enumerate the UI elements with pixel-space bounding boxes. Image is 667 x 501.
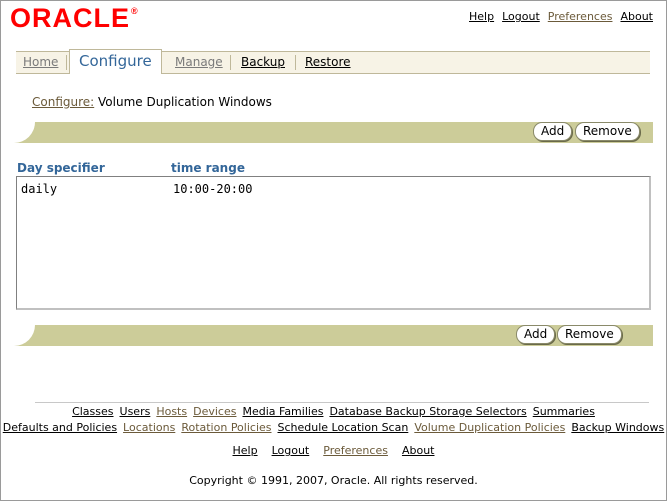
copyright-text: Copyright © 1991, 2007, Oracle. All righ… xyxy=(189,474,478,487)
footer-summaries-link[interactable]: Summaries xyxy=(533,405,595,418)
tab-configure[interactable]: Configure xyxy=(69,49,162,74)
footer-help-link[interactable]: Help xyxy=(233,444,258,457)
footer-users-link[interactable]: Users xyxy=(120,405,151,418)
footer-volume-duplication-policies-link[interactable]: Volume Duplication Policies xyxy=(414,421,565,434)
tab-home[interactable]: Home xyxy=(23,52,58,73)
breadcrumb: Configure: Volume Duplication Windows xyxy=(32,95,272,109)
footer-links-row1: Classes Users Hosts Devices Media Famili… xyxy=(0,405,667,418)
footer-locations-link[interactable]: Locations xyxy=(123,421,175,434)
page-title: Volume Duplication Windows xyxy=(98,95,272,109)
remove-button-bottom[interactable]: Remove xyxy=(557,325,622,344)
bar-cap xyxy=(14,325,35,346)
bottom-action-bar: Add Remove xyxy=(14,325,653,346)
footer-logout-link[interactable]: Logout xyxy=(272,444,310,457)
help-link[interactable]: Help xyxy=(469,10,494,23)
footer-hosts-link[interactable]: Hosts xyxy=(156,405,187,418)
logout-link[interactable]: Logout xyxy=(502,10,540,23)
footer-defaults-policies-link[interactable]: Defaults and Policies xyxy=(3,421,117,434)
footer-schedule-location-scan-link[interactable]: Schedule Location Scan xyxy=(278,421,409,434)
top-action-bar: Add Remove xyxy=(14,122,653,143)
row-day-specifier[interactable]: daily xyxy=(21,182,57,196)
global-links: Help Logout Preferences About xyxy=(469,10,653,23)
tab-separator xyxy=(295,55,296,70)
footer-links-row2: Defaults and Policies Locations Rotation… xyxy=(0,421,667,434)
footer-rotation-policies-link[interactable]: Rotation Policies xyxy=(181,421,271,434)
row-time-range[interactable]: 10:00-20:00 xyxy=(173,182,252,196)
footer-about-link[interactable]: About xyxy=(402,444,435,457)
tab-bar: Home Configure Manage Backup Restore xyxy=(16,49,650,74)
remove-button-top[interactable]: Remove xyxy=(575,122,640,141)
tab-separator xyxy=(66,55,67,70)
windows-list[interactable] xyxy=(16,176,651,310)
footer-preferences-link[interactable]: Preferences xyxy=(323,444,388,457)
footer-devices-link[interactable]: Devices xyxy=(193,405,236,418)
add-button-bottom[interactable]: Add xyxy=(516,325,556,344)
column-header-time-range: time range xyxy=(171,161,245,175)
footer-classes-link[interactable]: Classes xyxy=(72,405,113,418)
preferences-link[interactable]: Preferences xyxy=(548,10,613,23)
tab-restore[interactable]: Restore xyxy=(305,52,351,73)
footer-storage-selectors-link[interactable]: Database Backup Storage Selectors xyxy=(329,405,526,418)
add-button-top[interactable]: Add xyxy=(533,122,573,141)
footer-media-families-link[interactable]: Media Families xyxy=(242,405,323,418)
bar-cap xyxy=(14,122,35,143)
footer-divider xyxy=(35,402,649,403)
column-header-day-specifier: Day specifier xyxy=(17,161,105,175)
oracle-logo: ORACLE® xyxy=(10,3,139,33)
tab-backup[interactable]: Backup xyxy=(241,52,285,73)
tab-manage[interactable]: Manage xyxy=(175,52,223,73)
breadcrumb-configure-link[interactable]: Configure: xyxy=(32,95,94,109)
footer-links-row3: Help Logout Preferences About xyxy=(0,444,667,457)
tab-separator xyxy=(230,55,231,70)
footer-backup-windows-link[interactable]: Backup Windows xyxy=(571,421,664,434)
about-link[interactable]: About xyxy=(620,10,653,23)
